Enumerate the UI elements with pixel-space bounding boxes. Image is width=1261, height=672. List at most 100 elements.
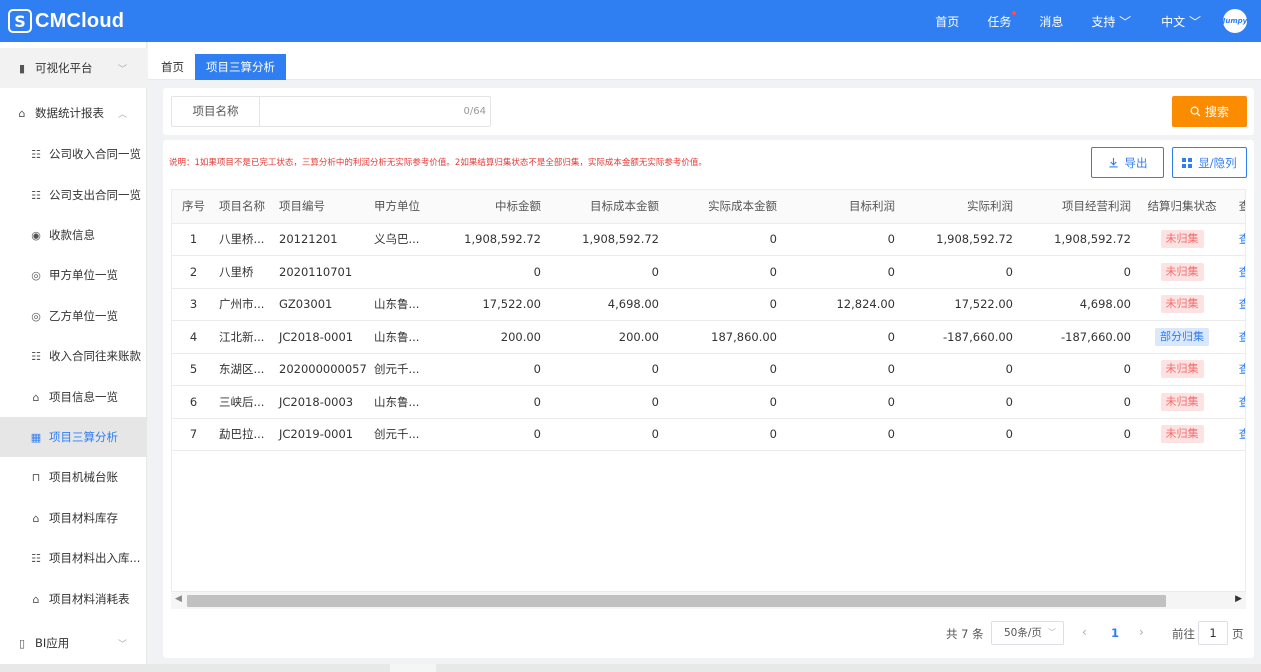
doc-icon: ☷ [31,551,41,565]
toggle-columns-button[interactable]: 显/隐列 [1172,147,1247,178]
status-cell: 部分归集 [1137,320,1227,354]
table-row[interactable]: 6三峡后...JC2018-0003山东鲁...000000未归集查 [172,385,1245,419]
page-scrollbar-thumb[interactable] [390,664,436,672]
tab-three-calc[interactable]: 项目三算分析 [195,54,286,80]
calendar-icon: ▦ [30,430,42,444]
column-header: 实际利润 [901,190,1019,224]
page-scrollbar[interactable] [0,664,1261,672]
view-link[interactable]: 查 [1239,427,1245,441]
notification-dot-icon [1012,10,1017,15]
row-number: 4 [172,320,215,354]
nav-support-dropdown[interactable]: 支持 ﹀ [1091,13,1131,30]
export-button[interactable]: 导出 [1091,147,1164,178]
view-link[interactable]: 查 [1239,232,1245,246]
column-header: 项目经营利润 [1019,190,1137,224]
sidebar-item-bi[interactable]: ▯ BI应用 ﹀ [0,623,147,663]
contract-icon: ☷ [31,147,41,161]
bid-amount-cell: 200.00 [440,320,547,354]
tab-home[interactable]: 首页 [150,54,195,80]
status-badge: 未归集 [1160,262,1204,281]
party-a-cell: 创元千... [370,353,440,386]
sidebar-item-label: 甲方单位一览 [49,268,118,282]
actual-cost-cell: 0 [665,353,783,386]
view-link[interactable]: 查 [1239,395,1245,409]
search-icon [1190,106,1201,117]
table-row[interactable]: 3 广州市... GZ03001 山东鲁... 17,522.00 4,698.00 0 12… [172,288,1245,321]
sidebar-item-payment-info[interactable]: ◉ 收款信息 [0,215,147,255]
sidebar-item-label: 可视化平台 [35,61,93,75]
sidebar-item-machinery[interactable]: ⊓ 项目机械台账 [0,457,147,497]
chevron-down-icon: ﹀ [1048,628,1056,637]
table-row[interactable]: 4 江北新... JC2018-0001 山东鲁... 200.00 200.00 187,… [172,320,1245,354]
sidebar-item-visual-platform[interactable]: ▮ 可视化平台 ﹀ [0,48,147,88]
sidebar-item-income-contracts[interactable]: ☷ 公司收入合同一览 [0,134,147,174]
goto-page-input[interactable]: 1 [1198,621,1228,645]
action-cell: 查 [1227,255,1245,289]
column-header: 实际成本金额 [665,190,783,224]
horizontal-scrollbar[interactable]: ◀ ▶ [171,591,1246,609]
table-row[interactable]: 5东湖区...202000000057创元千...000000未归集查 [172,353,1245,386]
sidebar-item-party-b[interactable]: ◎ 乙方单位一览 [0,296,147,336]
nav-language-dropdown[interactable]: 中文 ﹀ [1161,13,1201,30]
warehouse-icon: ⌂ [32,511,40,525]
sidebar-item-project-info[interactable]: ⌂ 项目信息一览 [0,377,147,417]
actual-cost-cell: 0 [665,223,783,256]
status-badge: 未归集 [1160,425,1204,444]
brand-logo[interactable]: S CMCloud [8,8,124,34]
sidebar-item-label: 公司收入合同一览 [49,147,141,161]
search-button[interactable]: 搜索 [1172,96,1247,127]
sidebar: ▮ 可视化平台 ﹀ ⌂ 数据统计报表 ︿ ☷ 公司收入合同一览 ☷ 公司支出合同… [0,42,147,672]
page-size-select[interactable]: 50条/页 ﹀ [991,621,1064,645]
prev-page-icon[interactable]: ‹ [1082,625,1087,639]
column-header: 项目名称 [215,190,275,224]
nav-tasks[interactable]: 任务 [987,10,1017,30]
sidebar-item-expense-contracts[interactable]: ☷ 公司支出合同一览 [0,175,147,215]
project-name-cell: 八里桥 [215,255,275,289]
sidebar-item-receivables[interactable]: ☷ 收入合同往来账款 [0,336,147,376]
avatar[interactable]: Jumpy [1223,9,1247,33]
scrollbar-thumb[interactable] [187,595,1166,607]
view-link[interactable]: 查 [1239,362,1245,376]
sidebar-item-label: 项目材料出入库... [49,551,141,565]
target-profit-cell: 0 [783,385,901,419]
sidebar-item-label: 项目信息一览 [49,390,118,404]
party-icon: ◎ [31,309,41,323]
scroll-left-icon[interactable]: ◀ [175,594,182,604]
view-link[interactable]: 查 [1239,330,1245,344]
project-code-cell: GZ03001 [275,288,370,321]
sidebar-item-material-consumption[interactable]: ⌂ 项目材料消耗表 [0,579,147,619]
sidebar-item-material-stock[interactable]: ⌂ 项目材料库存 [0,498,147,538]
project-code-cell: 2020110701 [275,255,370,289]
status-badge: 未归集 [1160,360,1204,379]
sidebar-item-party-a[interactable]: ◎ 甲方单位一览 [0,255,147,295]
sidebar-item-label: 收款信息 [49,228,95,242]
sidebar-item-material-inout[interactable]: ☷ 项目材料出入库... [0,538,147,578]
nav-home[interactable]: 首页 [935,13,959,30]
project-code-cell: JC2019-0001 [275,418,370,451]
filter-panel: 项目名称 0/64 搜索 [163,88,1254,135]
column-header: 目标成本金额 [547,190,665,224]
view-link[interactable]: 查 [1239,297,1245,311]
table-row[interactable]: 1 八里桥... 20121201 义乌巴... 1,908,592.72 1,908,5… [172,223,1245,256]
next-page-icon[interactable]: › [1139,625,1144,639]
table-row[interactable]: 2八里桥2020110701000000未归集查 [172,255,1245,289]
sidebar-item-data-report[interactable]: ⌂ 数据统计报表 ︿ [0,93,147,133]
sidebar-item-three-calc[interactable]: ▦ 项目三算分析 [0,417,147,457]
view-link[interactable]: 查 [1239,265,1245,279]
table-row[interactable]: 7勐巴拉...JC2019-0001创元千...000000未归集查 [172,418,1245,451]
operating-profit-cell: 1,908,592.72 [1019,223,1137,256]
goto-label: 前往 [1172,627,1195,641]
scroll-right-icon[interactable]: ▶ [1235,594,1242,604]
page-number[interactable]: 1 [1111,626,1119,640]
export-button-label: 导出 [1124,155,1148,170]
project-name-label: 项目名称 [172,97,260,126]
sidebar-item-label: 项目材料库存 [49,511,118,525]
table-header-row: 序号 项目名称 项目编号 甲方单位 中标金额 目标成本金额 实际成本金额 目标利… [172,190,1245,224]
operating-profit-cell: 0 [1019,353,1137,386]
row-number: 5 [172,353,215,386]
nav-messages[interactable]: 消息 [1039,13,1063,30]
total-count: 共 7 条 [946,627,984,641]
party-a-cell: 创元千... [370,418,440,451]
project-name-input[interactable] [261,97,441,126]
actual-profit-cell: 0 [901,353,1019,386]
